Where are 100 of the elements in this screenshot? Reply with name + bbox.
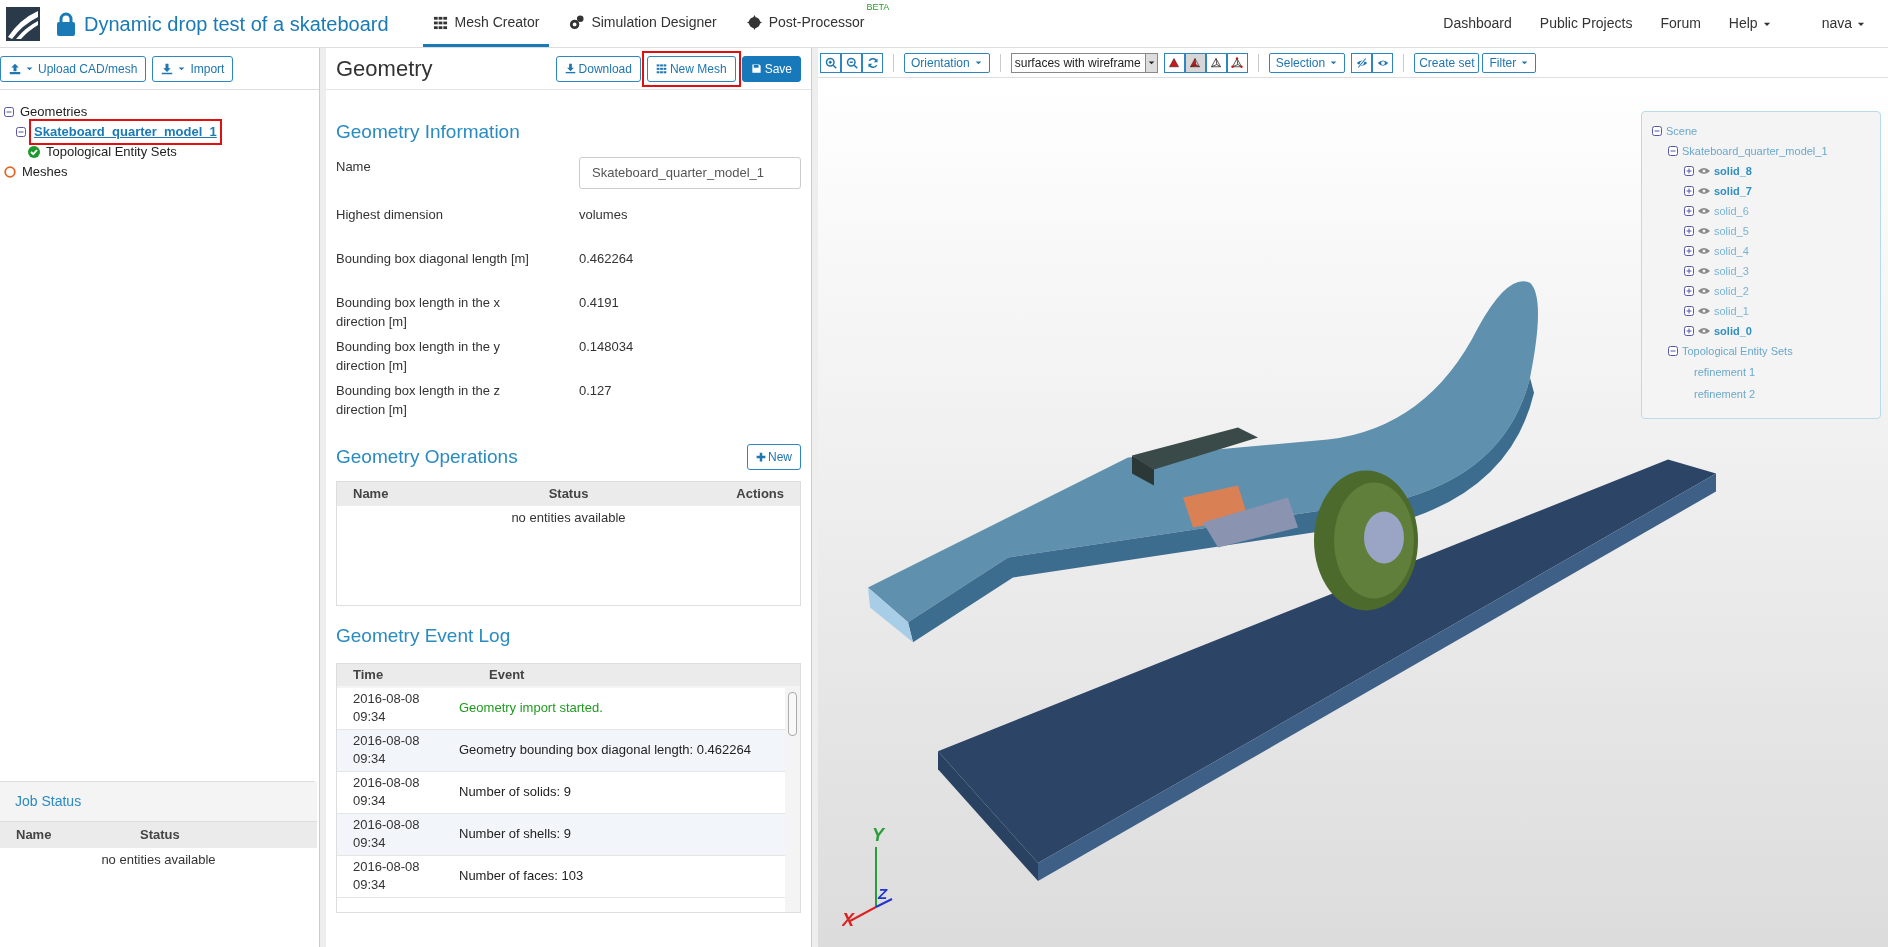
table-cell-text: Number of faces: 103 <box>459 867 584 886</box>
eye-icon[interactable] <box>1698 187 1710 195</box>
download-icon <box>161 62 174 75</box>
nav-link[interactable]: Dashboard <box>1443 13 1512 34</box>
column-header: Actions <box>735 485 784 504</box>
hide-button[interactable] <box>1351 52 1373 73</box>
caret-icon <box>25 64 34 73</box>
nav-link[interactable]: Help <box>1728 13 1772 34</box>
eye-icon[interactable] <box>1698 327 1710 335</box>
eye-icon[interactable] <box>1698 207 1710 215</box>
eye-icon[interactable] <box>1698 287 1710 295</box>
nav-link[interactable]: Forum <box>1660 13 1701 34</box>
tetrahedron-icon <box>1210 56 1223 69</box>
logo-icon[interactable] <box>6 6 40 41</box>
empty-message: no entities available <box>101 851 216 869</box>
new-button[interactable]: New <box>747 443 801 470</box>
lock-icon <box>57 11 75 36</box>
field-value: 0.127 <box>579 381 613 400</box>
field-value: 0.4191 <box>579 293 620 312</box>
eye-icon[interactable] <box>1698 307 1710 315</box>
display-mode-select[interactable]: surfaces with wireframe <box>1010 52 1158 73</box>
scrollbar[interactable] <box>785 687 800 912</box>
panel-title: Geometry <box>336 55 433 83</box>
field-value: 0.462264 <box>579 249 635 268</box>
nav-link[interactable]: Public Projects <box>1539 13 1633 34</box>
expand-icon[interactable] <box>1684 166 1694 176</box>
eye-icon[interactable] <box>1698 247 1710 255</box>
render-mode-button[interactable] <box>1205 52 1227 73</box>
field-label: Name <box>336 157 372 176</box>
zoom-out-icon <box>845 56 858 69</box>
expand-icon[interactable] <box>1684 206 1694 216</box>
collapse-icon[interactable] <box>1652 126 1662 136</box>
project-title: Dynamic drop test of a skateboard <box>84 11 389 37</box>
field-label: Bounding box length in the x direction [m] <box>336 293 502 331</box>
zoom-in-button[interactable] <box>820 52 841 73</box>
column-header: Name <box>16 826 53 845</box>
collapse-icon[interactable] <box>1668 146 1678 156</box>
tree-item[interactable]: solid_0 <box>1714 322 1752 340</box>
download-button[interactable]: Download <box>555 55 641 82</box>
tree-item[interactable]: solid_7 <box>1714 182 1752 200</box>
expand-icon[interactable] <box>1684 286 1694 296</box>
save-button[interactable]: Save <box>741 55 801 82</box>
expand-icon[interactable] <box>1684 186 1694 196</box>
caret-icon <box>1520 58 1530 67</box>
tree-item[interactable]: Meshes <box>22 162 68 182</box>
collapse-icon[interactable] <box>1668 346 1678 356</box>
tetrahedron-icon <box>1189 56 1202 69</box>
column-header: Status <box>547 485 590 504</box>
table-cell-text: Number of solids: 9 <box>459 783 571 802</box>
field-value: 0.148034 <box>579 337 635 356</box>
user-menu[interactable]: nava <box>1821 13 1866 34</box>
new-mesh-button[interactable]: New Mesh <box>646 55 736 82</box>
save-icon <box>750 63 762 74</box>
expand-icon[interactable] <box>1684 306 1694 316</box>
nav-tab[interactable]: Simulation Designer <box>559 0 727 47</box>
nav-tab[interactable]: Post-Processor <box>736 0 866 47</box>
collapse-icon[interactable] <box>4 107 14 117</box>
eye-icon[interactable] <box>1698 167 1710 175</box>
upload-button[interactable]: Upload CAD/mesh <box>0 55 147 82</box>
column-header: Status <box>140 826 180 845</box>
selection-dropdown[interactable]: Selection <box>1268 52 1346 73</box>
field-label: Bounding box diagonal length [m] <box>336 249 530 268</box>
render-mode-button[interactable] <box>1226 52 1248 73</box>
expand-icon[interactable] <box>1684 226 1694 236</box>
create-set-button[interactable]: Create set <box>1414 52 1480 73</box>
refresh-icon <box>866 56 879 69</box>
render-mode-button[interactable] <box>1184 52 1206 73</box>
eye-icon[interactable] <box>1698 267 1710 275</box>
caret-icon <box>973 58 983 67</box>
collapse-icon[interactable] <box>16 127 26 137</box>
eye-slash-icon <box>1355 56 1368 69</box>
grid-icon <box>432 14 448 30</box>
render-mode-button[interactable] <box>1163 52 1185 73</box>
filter-dropdown[interactable]: Filter <box>1482 52 1537 73</box>
tree-item[interactable]: Geometries <box>20 102 88 122</box>
field-value: volumes <box>579 205 629 224</box>
orientation-dropdown[interactable]: Orientation <box>904 52 990 73</box>
expand-icon[interactable] <box>1684 326 1694 336</box>
table-cell-text: 2016-08-08 09:34 <box>353 690 421 726</box>
caret-icon <box>1146 58 1156 67</box>
name-field[interactable]: Skateboard_quarter_model_1 <box>579 156 801 189</box>
nav-tab[interactable]: Mesh Creator <box>422 0 550 47</box>
table-cell-text: 2016-08-08 09:34 <box>353 816 421 852</box>
download-button[interactable]: Import <box>152 55 234 82</box>
zoom-in-icon <box>824 56 837 69</box>
expand-icon[interactable] <box>1684 266 1694 276</box>
tree-item[interactable]: solid_8 <box>1714 162 1752 180</box>
eye-icon[interactable] <box>1698 227 1710 235</box>
panel-title: Job Status <box>15 792 82 811</box>
show-button[interactable] <box>1372 52 1394 73</box>
expand-icon[interactable] <box>1684 246 1694 256</box>
section-heading: Geometry Information <box>336 120 521 144</box>
caret-icon <box>1329 58 1339 67</box>
column-header: Name <box>353 485 390 504</box>
table-cell-text: 2016-08-08 09:34 <box>353 732 421 768</box>
field-label: Bounding box length in the y direction [m] <box>336 337 502 375</box>
tree-item[interactable]: Topological Entity Sets <box>46 142 177 162</box>
tree-item[interactable]: Skateboard_quarter_model_1 <box>32 122 219 142</box>
zoom-out-button[interactable] <box>841 52 862 73</box>
refresh-button[interactable] <box>862 52 883 73</box>
